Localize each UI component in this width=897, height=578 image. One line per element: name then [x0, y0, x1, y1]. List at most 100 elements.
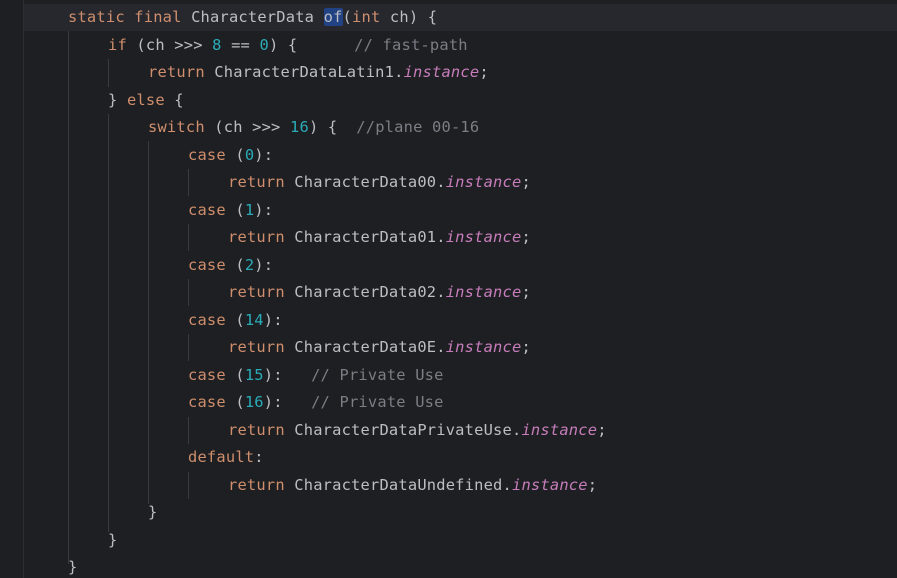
- code-token: ;: [521, 283, 531, 301]
- keyword-token: case: [188, 310, 226, 329]
- code-line[interactable]: return CharacterDataLatin1.instance;: [148, 59, 489, 86]
- number-token: 2: [244, 255, 255, 274]
- code-token: }: [108, 90, 127, 109]
- code-line[interactable]: switch (ch >>> 16) { //plane 00-16: [148, 114, 479, 141]
- keyword-token: static: [68, 8, 125, 26]
- keyword-token: case: [188, 365, 226, 384]
- code-token: }: [148, 503, 158, 521]
- code-token: CharacterData0E.: [284, 338, 446, 356]
- code-line[interactable]: return CharacterDataUndefined.instance;: [228, 472, 597, 499]
- code-token: (: [225, 255, 245, 274]
- code-line[interactable]: } else {: [108, 87, 184, 114]
- indent-guide: [108, 59, 109, 87]
- keyword-token: case: [188, 200, 226, 219]
- keyword-token: case: [188, 255, 226, 274]
- keyword-token: case: [188, 145, 226, 164]
- code-token: CharacterData00.: [284, 173, 446, 191]
- keyword-token: return: [228, 475, 285, 494]
- comment-token: // Private Use: [311, 393, 444, 411]
- code-editor[interactable]: static final CharacterData of(int ch) {i…: [0, 0, 897, 578]
- code-token: :: [254, 448, 264, 466]
- keyword-token: return: [228, 173, 285, 191]
- comment-token: //plane 00-16: [356, 118, 480, 136]
- code-line[interactable]: }: [68, 554, 77, 578]
- indent-guide: [68, 31, 69, 564]
- code-token: (: [225, 145, 245, 164]
- code-token: ):: [254, 200, 274, 219]
- highlighted-usage-token: of: [323, 8, 343, 26]
- keyword-token: return: [228, 228, 285, 246]
- code-line[interactable]: case (15): // Private Use: [188, 362, 444, 389]
- number-token: 14: [244, 310, 264, 329]
- code-line[interactable]: case (16): // Private Use: [188, 389, 444, 416]
- code-token: ):: [263, 365, 312, 384]
- code-token: ==: [221, 35, 260, 54]
- code-token: CharacterData01.: [284, 228, 446, 246]
- field-token: instance: [511, 475, 588, 494]
- code-token: CharacterData: [181, 8, 324, 26]
- code-line[interactable]: return CharacterData0E.instance;: [228, 334, 531, 361]
- code-line[interactable]: case (1):: [188, 197, 273, 224]
- indent-guide: [188, 224, 189, 251]
- code-line[interactable]: case (0):: [188, 142, 273, 169]
- number-token: 0: [244, 145, 255, 164]
- code-token: ;: [521, 338, 531, 356]
- keyword-token: return: [148, 63, 205, 81]
- keyword-token: default: [188, 448, 255, 466]
- code-line[interactable]: return CharacterDataPrivateUse.instance;: [228, 417, 607, 444]
- number-token: 1: [244, 200, 255, 219]
- code-token: CharacterDataPrivateUse.: [284, 420, 522, 439]
- code-token: ) {: [308, 118, 357, 136]
- code-token: ;: [479, 63, 489, 81]
- code-token: (ch >>>: [204, 118, 290, 136]
- code-token: (: [225, 393, 245, 411]
- comment-token: // fast-path: [354, 35, 468, 54]
- keyword-token: final: [134, 8, 182, 26]
- code-token: ):: [254, 255, 274, 274]
- code-line[interactable]: if (ch >>> 8 == 0) { // fast-path: [108, 32, 468, 59]
- keyword-token: int: [352, 8, 381, 26]
- code-line[interactable]: return CharacterData00.instance;: [228, 169, 531, 196]
- code-token: {: [164, 90, 184, 109]
- comment-token: // Private Use: [311, 365, 444, 384]
- indent-guide: [188, 279, 189, 306]
- code-token: }: [68, 558, 78, 576]
- code-line[interactable]: }: [108, 527, 117, 554]
- number-token: 15: [244, 365, 264, 384]
- code-token: CharacterData02.: [284, 283, 446, 301]
- code-line[interactable]: default:: [188, 444, 264, 471]
- code-token: (: [225, 200, 245, 219]
- code-token: (: [225, 310, 245, 329]
- indent-guide: [108, 114, 109, 532]
- code-line[interactable]: static final CharacterData of(int ch) {: [68, 4, 437, 31]
- code-line[interactable]: return CharacterData02.instance;: [228, 279, 531, 306]
- number-token: 16: [244, 393, 264, 411]
- code-line[interactable]: case (2):: [188, 252, 273, 279]
- field-token: instance: [445, 173, 522, 191]
- number-token: 16: [290, 118, 309, 136]
- indent-guide: [188, 472, 189, 499]
- keyword-token: switch: [148, 118, 205, 136]
- field-token: instance: [445, 338, 522, 356]
- number-token: 8: [212, 35, 222, 54]
- code-token: (: [225, 365, 245, 384]
- number-token: 0: [259, 35, 269, 54]
- keyword-token: return: [228, 283, 285, 301]
- code-token: ):: [254, 145, 274, 164]
- code-line[interactable]: return CharacterData01.instance;: [228, 224, 531, 251]
- keyword-token: else: [126, 90, 165, 109]
- code-line[interactable]: }: [148, 499, 157, 526]
- code-token: ):: [263, 310, 283, 329]
- field-token: instance: [521, 420, 598, 439]
- code-token: ) {: [268, 35, 355, 54]
- keyword-token: case: [188, 393, 226, 411]
- code-token: ch) {: [380, 8, 438, 26]
- keyword-token: if: [108, 35, 127, 54]
- code-token: ;: [521, 173, 531, 191]
- code-token: (: [342, 8, 353, 26]
- code-token: }: [108, 530, 118, 549]
- code-line[interactable]: case (14):: [188, 307, 283, 334]
- field-token: instance: [403, 63, 480, 81]
- code-token: (ch >>>: [126, 35, 213, 54]
